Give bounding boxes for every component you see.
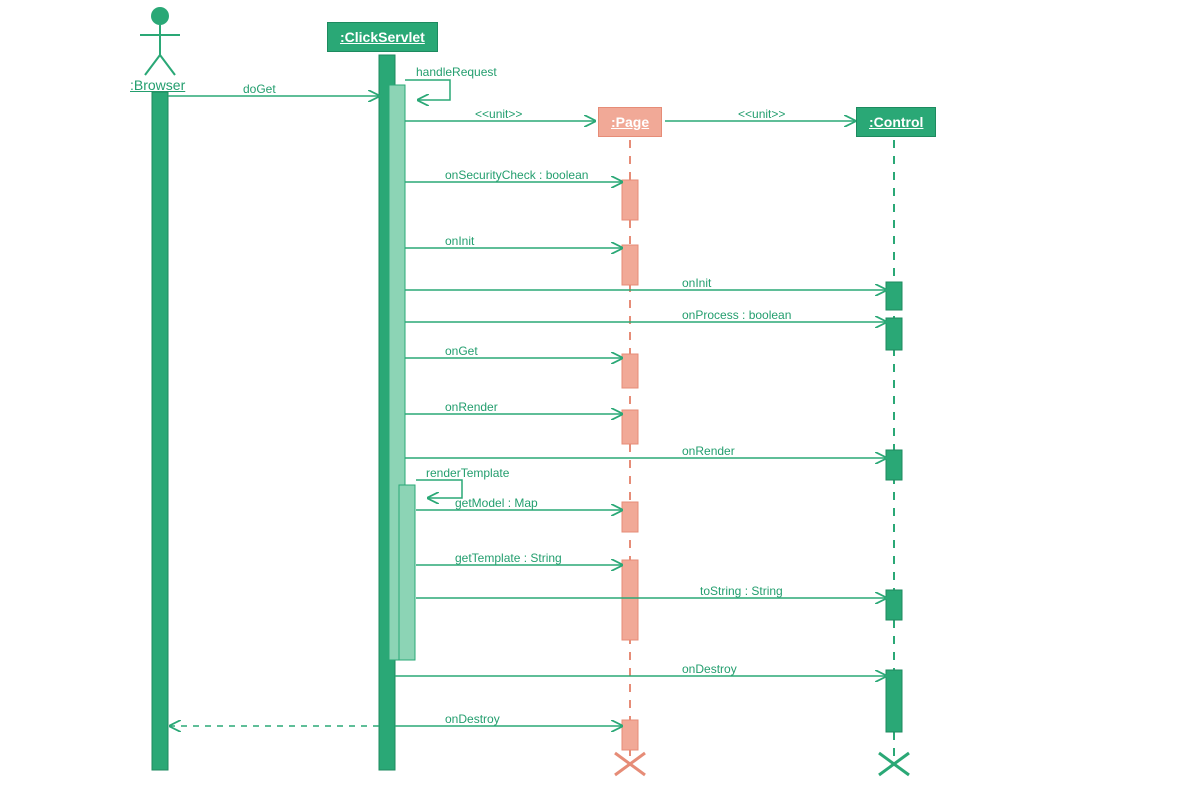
activation-control-oninit [886,282,902,310]
label-unit1: <<unit>> [475,107,522,121]
activation-page-ondestroy [622,720,638,750]
activation-page-security [622,180,638,220]
activation-page-getmodel [622,502,638,532]
activation-clickservlet-render [399,485,415,660]
activation-control-tostring [886,590,902,620]
label-onget: onGet [445,344,478,358]
activation-page-oninit [622,245,638,285]
label-getmodel: getModel : Map [455,496,538,510]
label-onrender-page: onRender [445,400,498,414]
activation-control-ondestroy [886,670,902,732]
label-unit2: <<unit>> [738,107,785,121]
activation-browser [152,92,168,770]
activation-page-onget [622,354,638,388]
label-ondestroy-control: onDestroy [682,662,737,676]
label-oninit-page: onInit [445,234,474,248]
activation-control-onprocess [886,318,902,350]
label-doget: doGet [243,82,276,96]
label-onsecurity: onSecurityCheck : boolean [445,168,588,182]
label-oninit-control: onInit [682,276,711,290]
label-onrender-control: onRender [682,444,735,458]
actor-browser-icon [140,7,180,75]
label-onprocess: onProcess : boolean [682,308,791,322]
activation-control-onrender [886,450,902,480]
msg-handlerequest [405,80,450,100]
label-handlerequest: handleRequest [416,65,497,79]
destroy-page-icon [615,753,645,775]
sequence-diagram [0,0,1185,790]
label-gettemplate: getTemplate : String [455,551,562,565]
label-tostring: toString : String [700,584,783,598]
label-ondestroy-page: onDestroy [445,712,500,726]
destroy-control-icon [879,753,909,775]
label-rendertemplate: renderTemplate [426,466,509,480]
activation-page-onrender [622,410,638,444]
activation-page-gettemplate [622,560,638,640]
